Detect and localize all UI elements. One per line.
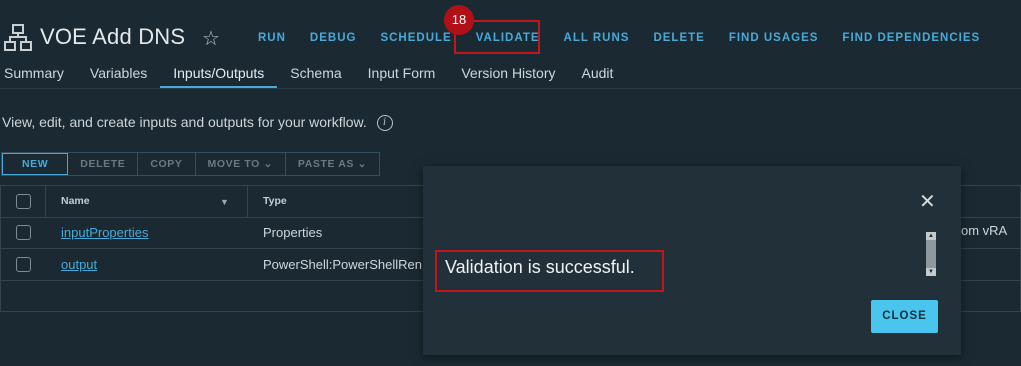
select-all-checkbox[interactable]: [16, 194, 31, 209]
row-type: Properties: [263, 225, 323, 240]
tab-bar: Summary Variables Inputs/Outputs Schema …: [0, 60, 626, 88]
io-toolbar: NEW DELETE COPY MOVE TO ⌄ PASTE AS ⌄: [1, 152, 380, 176]
column-header-type[interactable]: Type: [263, 195, 287, 207]
star-icon[interactable]: ☆: [202, 26, 220, 51]
all-runs-button[interactable]: ALL RUNS: [552, 31, 642, 45]
page-description: View, edit, and create inputs and output…: [2, 114, 393, 132]
tab-inputs-outputs[interactable]: Inputs/Outputs: [160, 60, 278, 88]
chevron-down-icon: ⌄: [263, 158, 273, 170]
close-icon[interactable]: ✕: [919, 189, 936, 214]
find-usages-button[interactable]: FIND USAGES: [717, 31, 831, 45]
row-checkbox[interactable]: [16, 225, 31, 240]
schedule-button[interactable]: SCHEDULE: [368, 31, 463, 45]
paste-as-label: PASTE AS: [297, 158, 355, 170]
paste-as-dropdown[interactable]: PASTE AS ⌄: [286, 153, 379, 175]
copy-button[interactable]: COPY: [138, 153, 196, 175]
info-icon[interactable]: i: [376, 115, 393, 132]
close-button[interactable]: CLOSE: [871, 300, 938, 333]
row-name-link[interactable]: output: [61, 257, 97, 272]
move-to-label: MOVE TO: [207, 158, 260, 170]
tab-input-form[interactable]: Input Form: [355, 60, 449, 88]
validate-button[interactable]: VALIDATE: [453, 20, 552, 54]
debug-button[interactable]: DEBUG: [298, 31, 369, 45]
find-dependencies-button[interactable]: FIND DEPENDENCIES: [830, 31, 992, 45]
validation-dialog: ✕ ▲ ▼ Validation is successful. CLOSE: [423, 166, 961, 355]
message-highlight: [435, 250, 664, 292]
row-description-partial: om vRA: [961, 223, 1008, 238]
scroll-down-icon[interactable]: ▼: [926, 268, 936, 276]
scroll-up-icon[interactable]: ▲: [926, 232, 936, 240]
description-text: View, edit, and create inputs and output…: [2, 114, 367, 130]
row-checkbox[interactable]: [16, 257, 31, 272]
tab-schema[interactable]: Schema: [277, 60, 354, 88]
tab-audit[interactable]: Audit: [569, 60, 627, 88]
chevron-down-icon: ⌄: [357, 158, 367, 170]
workflow-tree-icon: [4, 24, 32, 51]
run-button[interactable]: RUN: [246, 31, 298, 45]
tabs-divider: [0, 88, 1021, 89]
column-divider: [45, 186, 46, 217]
move-to-dropdown[interactable]: MOVE TO ⌄: [196, 153, 286, 175]
delete-workflow-button[interactable]: DELETE: [641, 31, 716, 45]
column-divider: [247, 186, 248, 217]
row-type: PowerShell:PowerShellRen: [263, 257, 422, 272]
filter-icon[interactable]: ▼: [220, 197, 229, 207]
workflow-header: VOE Add DNS ☆ RUN DEBUG SCHEDULE VALIDAT…: [0, 0, 1021, 62]
dialog-scrollbar[interactable]: ▲ ▼: [926, 232, 936, 276]
row-name-link[interactable]: inputProperties: [61, 225, 148, 240]
new-button[interactable]: NEW: [2, 153, 69, 175]
tab-version-history[interactable]: Version History: [448, 60, 568, 88]
step-badge: 18: [444, 5, 474, 35]
tab-summary[interactable]: Summary: [0, 60, 77, 88]
tab-variables[interactable]: Variables: [77, 60, 160, 88]
delete-button[interactable]: DELETE: [68, 153, 139, 175]
workflow-title: VOE Add DNS: [40, 24, 186, 49]
action-bar: RUN DEBUG SCHEDULE VALIDATE ALL RUNS DEL…: [246, 20, 992, 54]
column-header-name[interactable]: Name: [61, 195, 90, 207]
